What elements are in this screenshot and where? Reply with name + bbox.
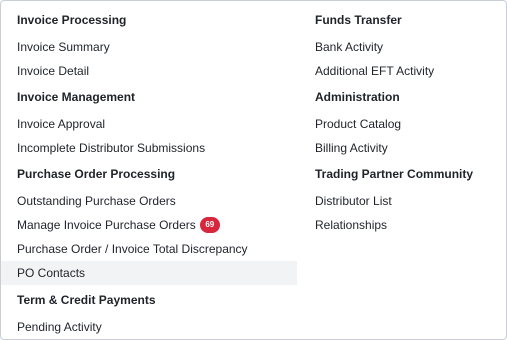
menu-item-label: Manage Invoice Purchase Orders — [17, 218, 196, 232]
section-heading-term-credit-payments: Term & Credit Payments — [17, 293, 156, 307]
menu-item-relationships[interactable]: Relationships — [298, 213, 507, 237]
menu-item-bank-activity[interactable]: Bank Activity — [298, 35, 507, 59]
menu-item-pending-activity[interactable]: Pending Activity — [1, 315, 297, 339]
section-heading-trading-partner-community: Trading Partner Community — [315, 167, 474, 181]
menu-item-purchase-order-invoice-total-discrepancy[interactable]: Purchase Order / Invoice Total Discrepan… — [1, 237, 297, 261]
menu-item-billing-activity[interactable]: Billing Activity — [298, 136, 507, 160]
menu-item-distributor-list[interactable]: Distributor List — [298, 189, 507, 213]
menu-item-incomplete-distributor-submissions[interactable]: Incomplete Distributor Submissions — [1, 136, 297, 160]
menu-item-additional-eft-activity[interactable]: Additional EFT Activity — [298, 59, 507, 83]
section-heading-funds-transfer: Funds Transfer — [315, 13, 402, 27]
section-heading-invoice-management: Invoice Management — [17, 90, 136, 104]
menu-item-manage-invoice-purchase-orders[interactable]: Manage Invoice Purchase Orders 69 — [1, 213, 297, 237]
menu-item-outstanding-purchase-orders[interactable]: Outstanding Purchase Orders — [1, 189, 297, 213]
section-heading-administration: Administration — [315, 90, 400, 104]
menu-item-invoice-detail[interactable]: Invoice Detail — [1, 59, 297, 83]
count-badge: 69 — [199, 217, 220, 233]
menu-item-invoice-summary[interactable]: Invoice Summary — [1, 35, 297, 59]
menu-item-product-catalog[interactable]: Product Catalog — [298, 112, 507, 136]
menu-item-po-contacts[interactable]: PO Contacts — [1, 261, 297, 285]
section-heading-invoice-processing: Invoice Processing — [17, 13, 127, 27]
menu-item-invoice-approval[interactable]: Invoice Approval — [1, 112, 297, 136]
section-heading-purchase-order-processing: Purchase Order Processing — [17, 167, 176, 181]
navigation-mega-menu: Invoice Processing Invoice Summary Invoi… — [0, 0, 507, 340]
